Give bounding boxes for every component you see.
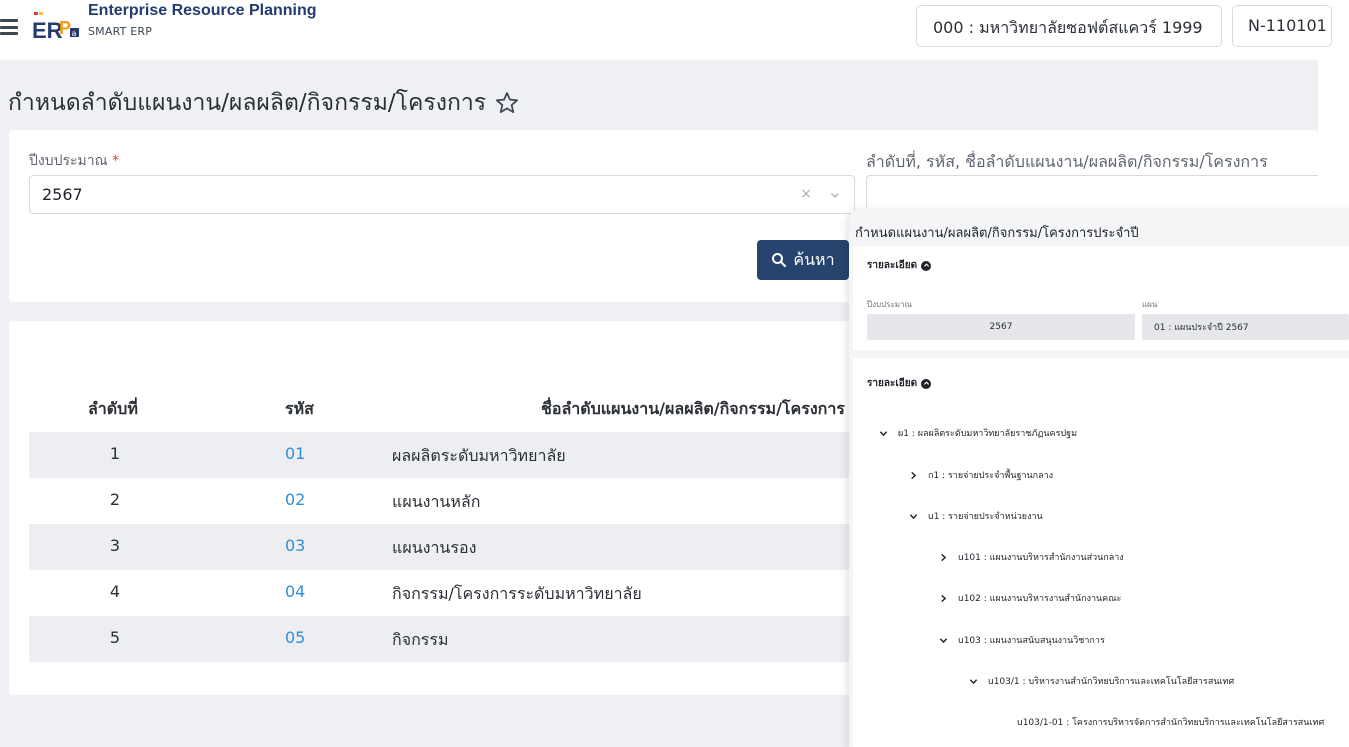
tree-node-label: u101 : แผนงานบริหารสำนักงานส่วนกลาง	[958, 553, 1124, 563]
tree-node-label: u103/1 : บริหารงานสำนักวิทยบริการและเทคโ…	[988, 677, 1235, 687]
chevron-down-icon[interactable]	[879, 429, 888, 438]
tree-node[interactable]: u103 : แผนงานสนับสนุนงานวิชาการ	[939, 633, 1105, 647]
required-mark: *	[112, 153, 120, 169]
row-no: 5	[109, 628, 121, 647]
tree-node[interactable]: ผ1 : ผลผลิตระดับมหาวิทยาลัยราชภัฏนครปฐม	[879, 426, 1077, 440]
search-button-label: ค้นหา	[793, 249, 835, 269]
row-name: แผนงานรอง	[392, 538, 477, 557]
chevron-down-icon[interactable]	[909, 512, 918, 521]
panel-plan-value: 01 : แผนประจำปี 2567	[1142, 314, 1349, 340]
tree-node-label: ก1 : รายจ่ายประจำพื้นฐานกลาง	[928, 471, 1054, 481]
tree-node[interactable]: ก1 : รายจ่ายประจำพื้นฐานกลาง	[909, 468, 1053, 482]
row-code-link[interactable]: 04	[285, 582, 315, 601]
tree-node-label: u1 : รายจ่ายประจำหน่วยงาน	[928, 512, 1043, 522]
brand-subtitle: SMART ERP	[88, 25, 153, 38]
row-code-link[interactable]: 05	[285, 628, 315, 647]
row-no: 2	[109, 490, 121, 509]
row-no: 3	[109, 536, 121, 555]
chevron-down-icon[interactable]	[969, 677, 978, 686]
tree-node[interactable]: u102 : แผนงานบริหารงานสำนักงานคณะ	[939, 591, 1121, 605]
column-header-no[interactable]: ลำดับที่	[88, 397, 138, 422]
column-header-name[interactable]: ชื่อลำดับแผนงาน/ผลผลิต/กิจกรรม/โครงการ	[541, 397, 845, 422]
tree-node[interactable]: u1 : รายจ่ายประจำหน่วยงาน	[909, 509, 1043, 523]
chevron-down-icon[interactable]	[830, 190, 840, 200]
svg-text:P: P	[59, 18, 71, 38]
fiscal-year-select[interactable]: 2567 ×	[29, 175, 855, 214]
panel-year-value: 2567	[867, 314, 1135, 340]
tree-node-label: u103/1-01 : โครงการบริหารจัดการสำนักวิทย…	[1017, 718, 1325, 728]
chevron-up-circle-icon[interactable]	[921, 378, 932, 389]
page-title-text: กำหนดลำดับแผนงาน/ผลผลิต/กิจกรรม/โครงการ	[8, 90, 487, 116]
star-icon[interactable]	[494, 90, 520, 116]
row-name: แผนงานหลัก	[392, 492, 481, 511]
brand-title: Enterprise Resource Planning	[88, 2, 317, 19]
tree-node[interactable]: u103/1 : บริหารงานสำนักวิทยบริการและเทคโ…	[969, 674, 1234, 688]
row-name: ผลผลิตระดับมหาวิทยาลัย	[392, 446, 566, 465]
row-name: กิจกรรม/โครงการระดับมหาวิทยาลัย	[392, 584, 642, 603]
erp-logo[interactable]: ER P a	[32, 8, 84, 44]
chevron-up-circle-icon[interactable]	[921, 260, 932, 271]
annual-plan-panel: กำหนดแผนงาน/ผลผลิต/กิจกรรม/โครงการประจำป…	[849, 208, 1349, 747]
search-button[interactable]: ค้นหา	[757, 240, 849, 280]
panel-plan-label: แผน	[1142, 300, 1158, 309]
row-no: 1	[109, 444, 121, 463]
row-code-link[interactable]: 02	[285, 490, 315, 509]
clear-icon[interactable]: ×	[800, 186, 812, 202]
tree-node-label: u103 : แผนงานสนับสนุนงานวิชาการ	[958, 636, 1105, 646]
detail-section-2-header[interactable]: รายละเอียด	[867, 376, 932, 391]
row-no: 4	[109, 582, 121, 601]
tree-leaf[interactable]: u103/1-01 : โครงการบริหารจัดการสำนักวิทย…	[1017, 715, 1324, 729]
fiscal-year-label: ปีงบประมาณ *	[29, 150, 119, 172]
tree-node-label: ผ1 : ผลผลิตระดับมหาวิทยาลัยราชภัฏนครปฐม	[898, 429, 1078, 439]
svg-text:a: a	[72, 29, 77, 38]
search-icon	[772, 253, 787, 268]
detail-section-2: รายละเอียด ผ1 : ผลผลิตระดับมหาวิทยาลัยรา…	[853, 358, 1349, 747]
section-2-title: รายละเอียด	[867, 378, 918, 389]
menu-icon[interactable]	[0, 19, 18, 35]
row-code-link[interactable]: 01	[285, 444, 315, 463]
row-name: กิจกรรม	[392, 630, 449, 649]
user-id-box[interactable]: N-110101	[1232, 5, 1332, 47]
fiscal-year-label-text: ปีงบประมาณ	[29, 153, 108, 169]
chevron-down-icon[interactable]	[939, 636, 948, 645]
top-bar: ER P a Enterprise Resource Planning SMAR…	[0, 0, 1332, 60]
detail-section-1-header[interactable]: รายละเอียด	[867, 258, 932, 273]
section-1-title: รายละเอียด	[867, 260, 918, 271]
chevron-right-icon[interactable]	[939, 553, 948, 562]
detail-section-1: รายละเอียด ปีงบประมาณ 2567 แผน 01 : แผนป…	[853, 246, 1349, 350]
tree-node-label: u102 : แผนงานบริหารงานสำนักงานคณะ	[958, 594, 1122, 604]
page-title: กำหนดลำดับแผนงาน/ผลผลิต/กิจกรรม/โครงการ	[8, 85, 520, 121]
fiscal-year-value: 2567	[42, 185, 83, 204]
chevron-right-icon[interactable]	[939, 594, 948, 603]
column-header-code[interactable]: รหัส	[285, 397, 314, 422]
panel-title: กำหนดแผนงาน/ผลผลิต/กิจกรรม/โครงการประจำป…	[855, 226, 1139, 241]
organization-selector[interactable]: 000 : มหาวิทยาลัยซอฟต์สแควร์ 1999	[916, 5, 1222, 47]
panel-year-label: ปีงบประมาณ	[867, 300, 912, 309]
row-code-link[interactable]: 03	[285, 536, 315, 555]
search-label: ลำดับที่, รหัส, ชื่อลำดับแผนงาน/ผลผลิต/ก…	[866, 152, 1268, 171]
tree-node[interactable]: u101 : แผนงานบริหารสำนักงานส่วนกลาง	[939, 550, 1124, 564]
chevron-right-icon[interactable]	[909, 471, 918, 480]
